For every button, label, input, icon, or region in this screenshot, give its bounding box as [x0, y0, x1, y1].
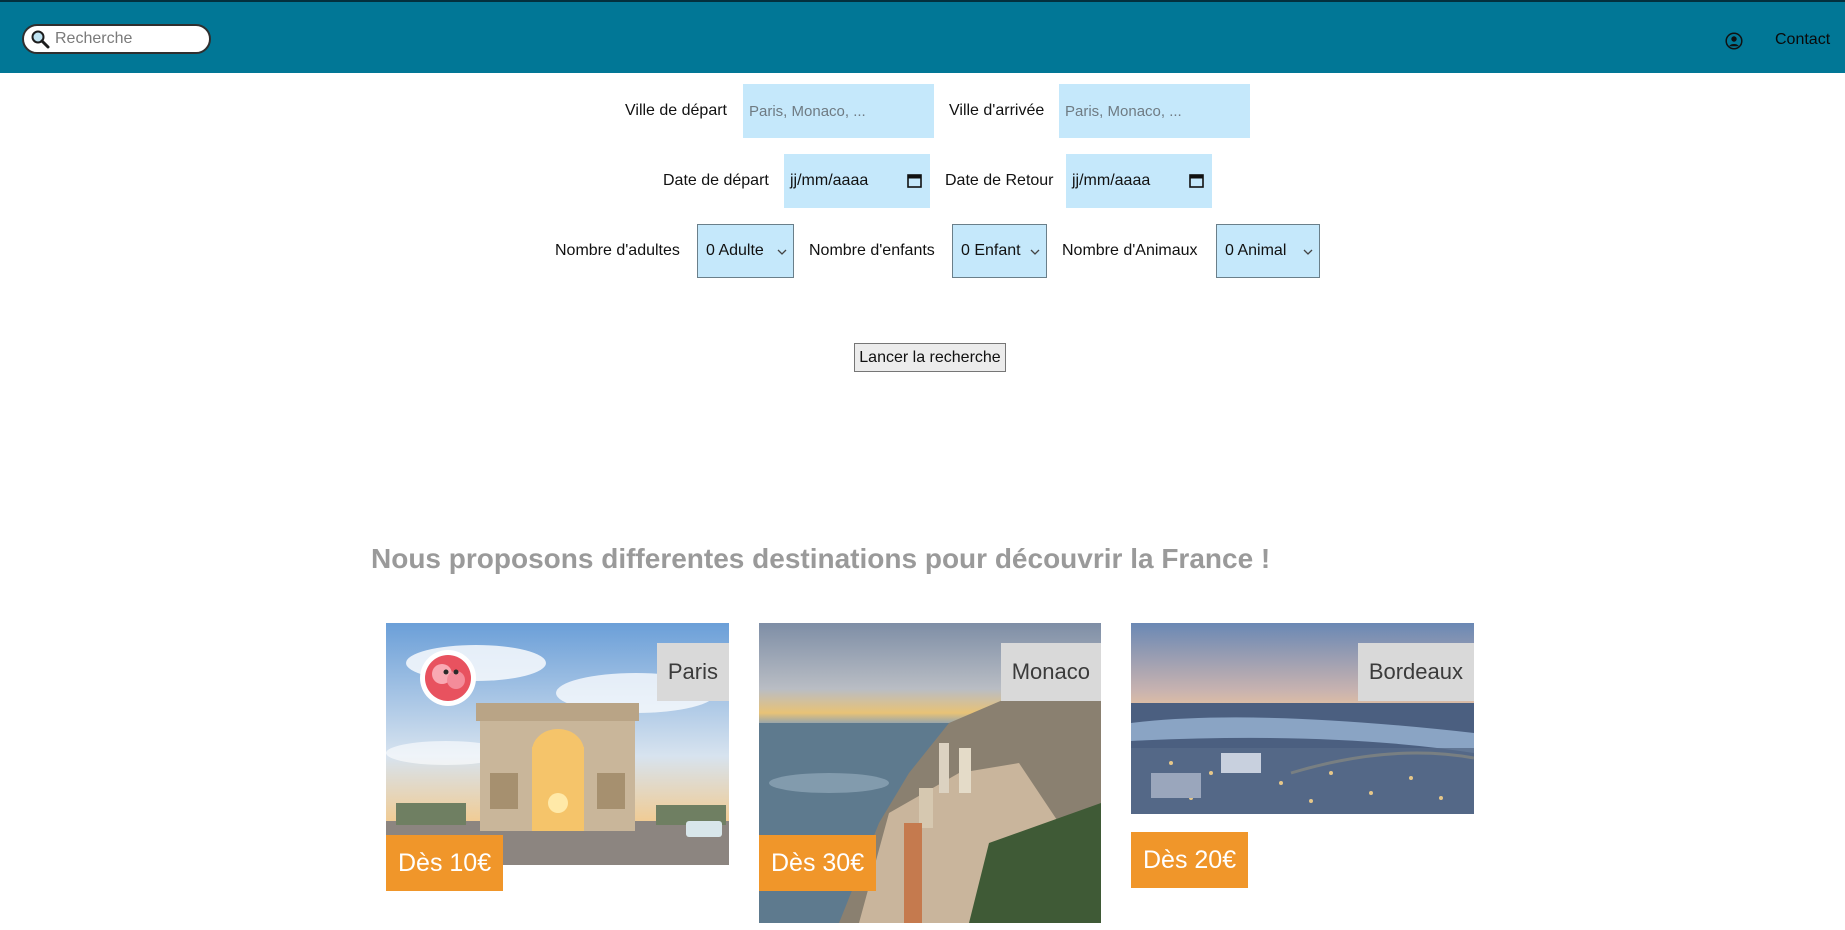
animals-select[interactable]: 0 Animal	[1216, 224, 1320, 278]
price-badge-monaco: Dès 30€	[759, 835, 877, 891]
city-label-bordeaux: Bordeaux	[1357, 643, 1474, 701]
departure-date-value: jj/mm/aaaa	[790, 172, 869, 189]
arrival-city-label: Ville d'arrivée	[949, 102, 1045, 119]
top-navigation-bar: Contact	[0, 0, 1845, 73]
city-label-paris: Paris	[656, 643, 729, 701]
children-label: Nombre d'enfants	[809, 242, 935, 259]
price-badge-paris: Dès 10€	[386, 835, 504, 891]
adults-selected-value: 0 Adulte	[706, 242, 764, 259]
destination-card-monaco[interactable]: Monaco Dès 30€	[759, 623, 1101, 923]
departure-city-input[interactable]	[743, 84, 934, 138]
adults-label: Nombre d'adultes	[555, 242, 680, 259]
search-icon	[31, 30, 50, 49]
destinations-title: Nous proposons differentes destinations …	[371, 543, 1271, 574]
calendar-icon[interactable]	[1189, 173, 1204, 188]
chevron-down-icon	[1303, 249, 1313, 255]
return-date-input[interactable]: jj/mm/aaaa	[1066, 154, 1212, 208]
city-label-monaco: Monaco	[1000, 643, 1101, 701]
launch-search-button[interactable]: Lancer la recherche	[854, 343, 1006, 372]
calendar-icon[interactable]	[907, 173, 922, 188]
price-badge-bordeaux: Dès 20€	[1131, 832, 1249, 888]
animals-label: Nombre d'Animaux	[1062, 242, 1198, 259]
chevron-down-icon	[1030, 249, 1040, 255]
arrival-city-input[interactable]	[1059, 84, 1250, 138]
return-date-label: Date de Retour	[945, 172, 1054, 189]
departure-date-label: Date de départ	[663, 172, 769, 189]
return-date-value: jj/mm/aaaa	[1072, 172, 1151, 189]
chevron-down-icon	[777, 249, 787, 255]
departure-city-label: Ville de départ	[625, 102, 727, 119]
children-select[interactable]: 0 Enfant	[952, 224, 1047, 278]
adults-select[interactable]: 0 Adulte	[697, 224, 794, 278]
departure-date-input[interactable]: jj/mm/aaaa	[784, 154, 930, 208]
children-selected-value: 0 Enfant	[961, 242, 1021, 259]
contact-link[interactable]: Contact	[1775, 31, 1830, 49]
search-input[interactable]	[55, 30, 200, 48]
destination-card-paris[interactable]: Paris Dès 10€	[386, 623, 729, 891]
user-account-icon[interactable]	[1725, 32, 1743, 50]
animals-selected-value: 0 Animal	[1225, 242, 1287, 259]
destination-card-bordeaux[interactable]: Bordeaux Dès 20€	[1131, 623, 1474, 890]
search-box[interactable]	[22, 24, 211, 54]
